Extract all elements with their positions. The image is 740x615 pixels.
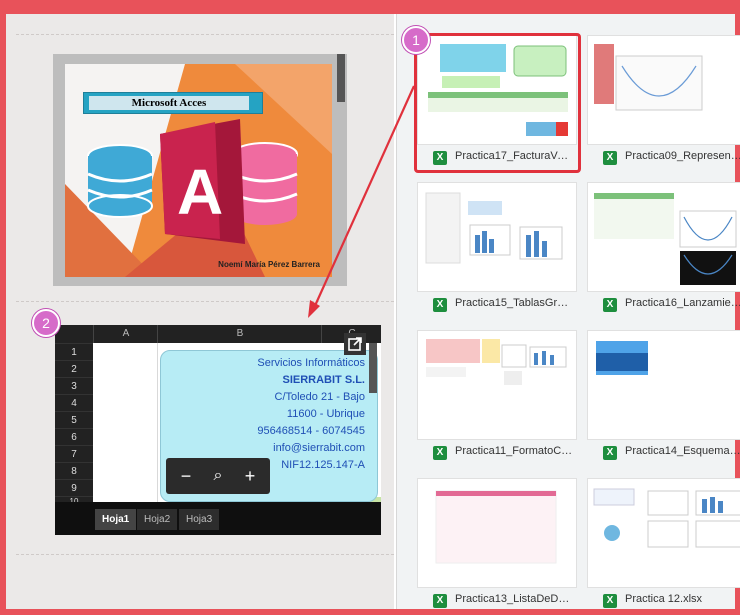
annotation-arrow (308, 85, 416, 318)
step-badge-1: 1 (402, 26, 430, 54)
step-badge-2: 2 (32, 309, 60, 337)
